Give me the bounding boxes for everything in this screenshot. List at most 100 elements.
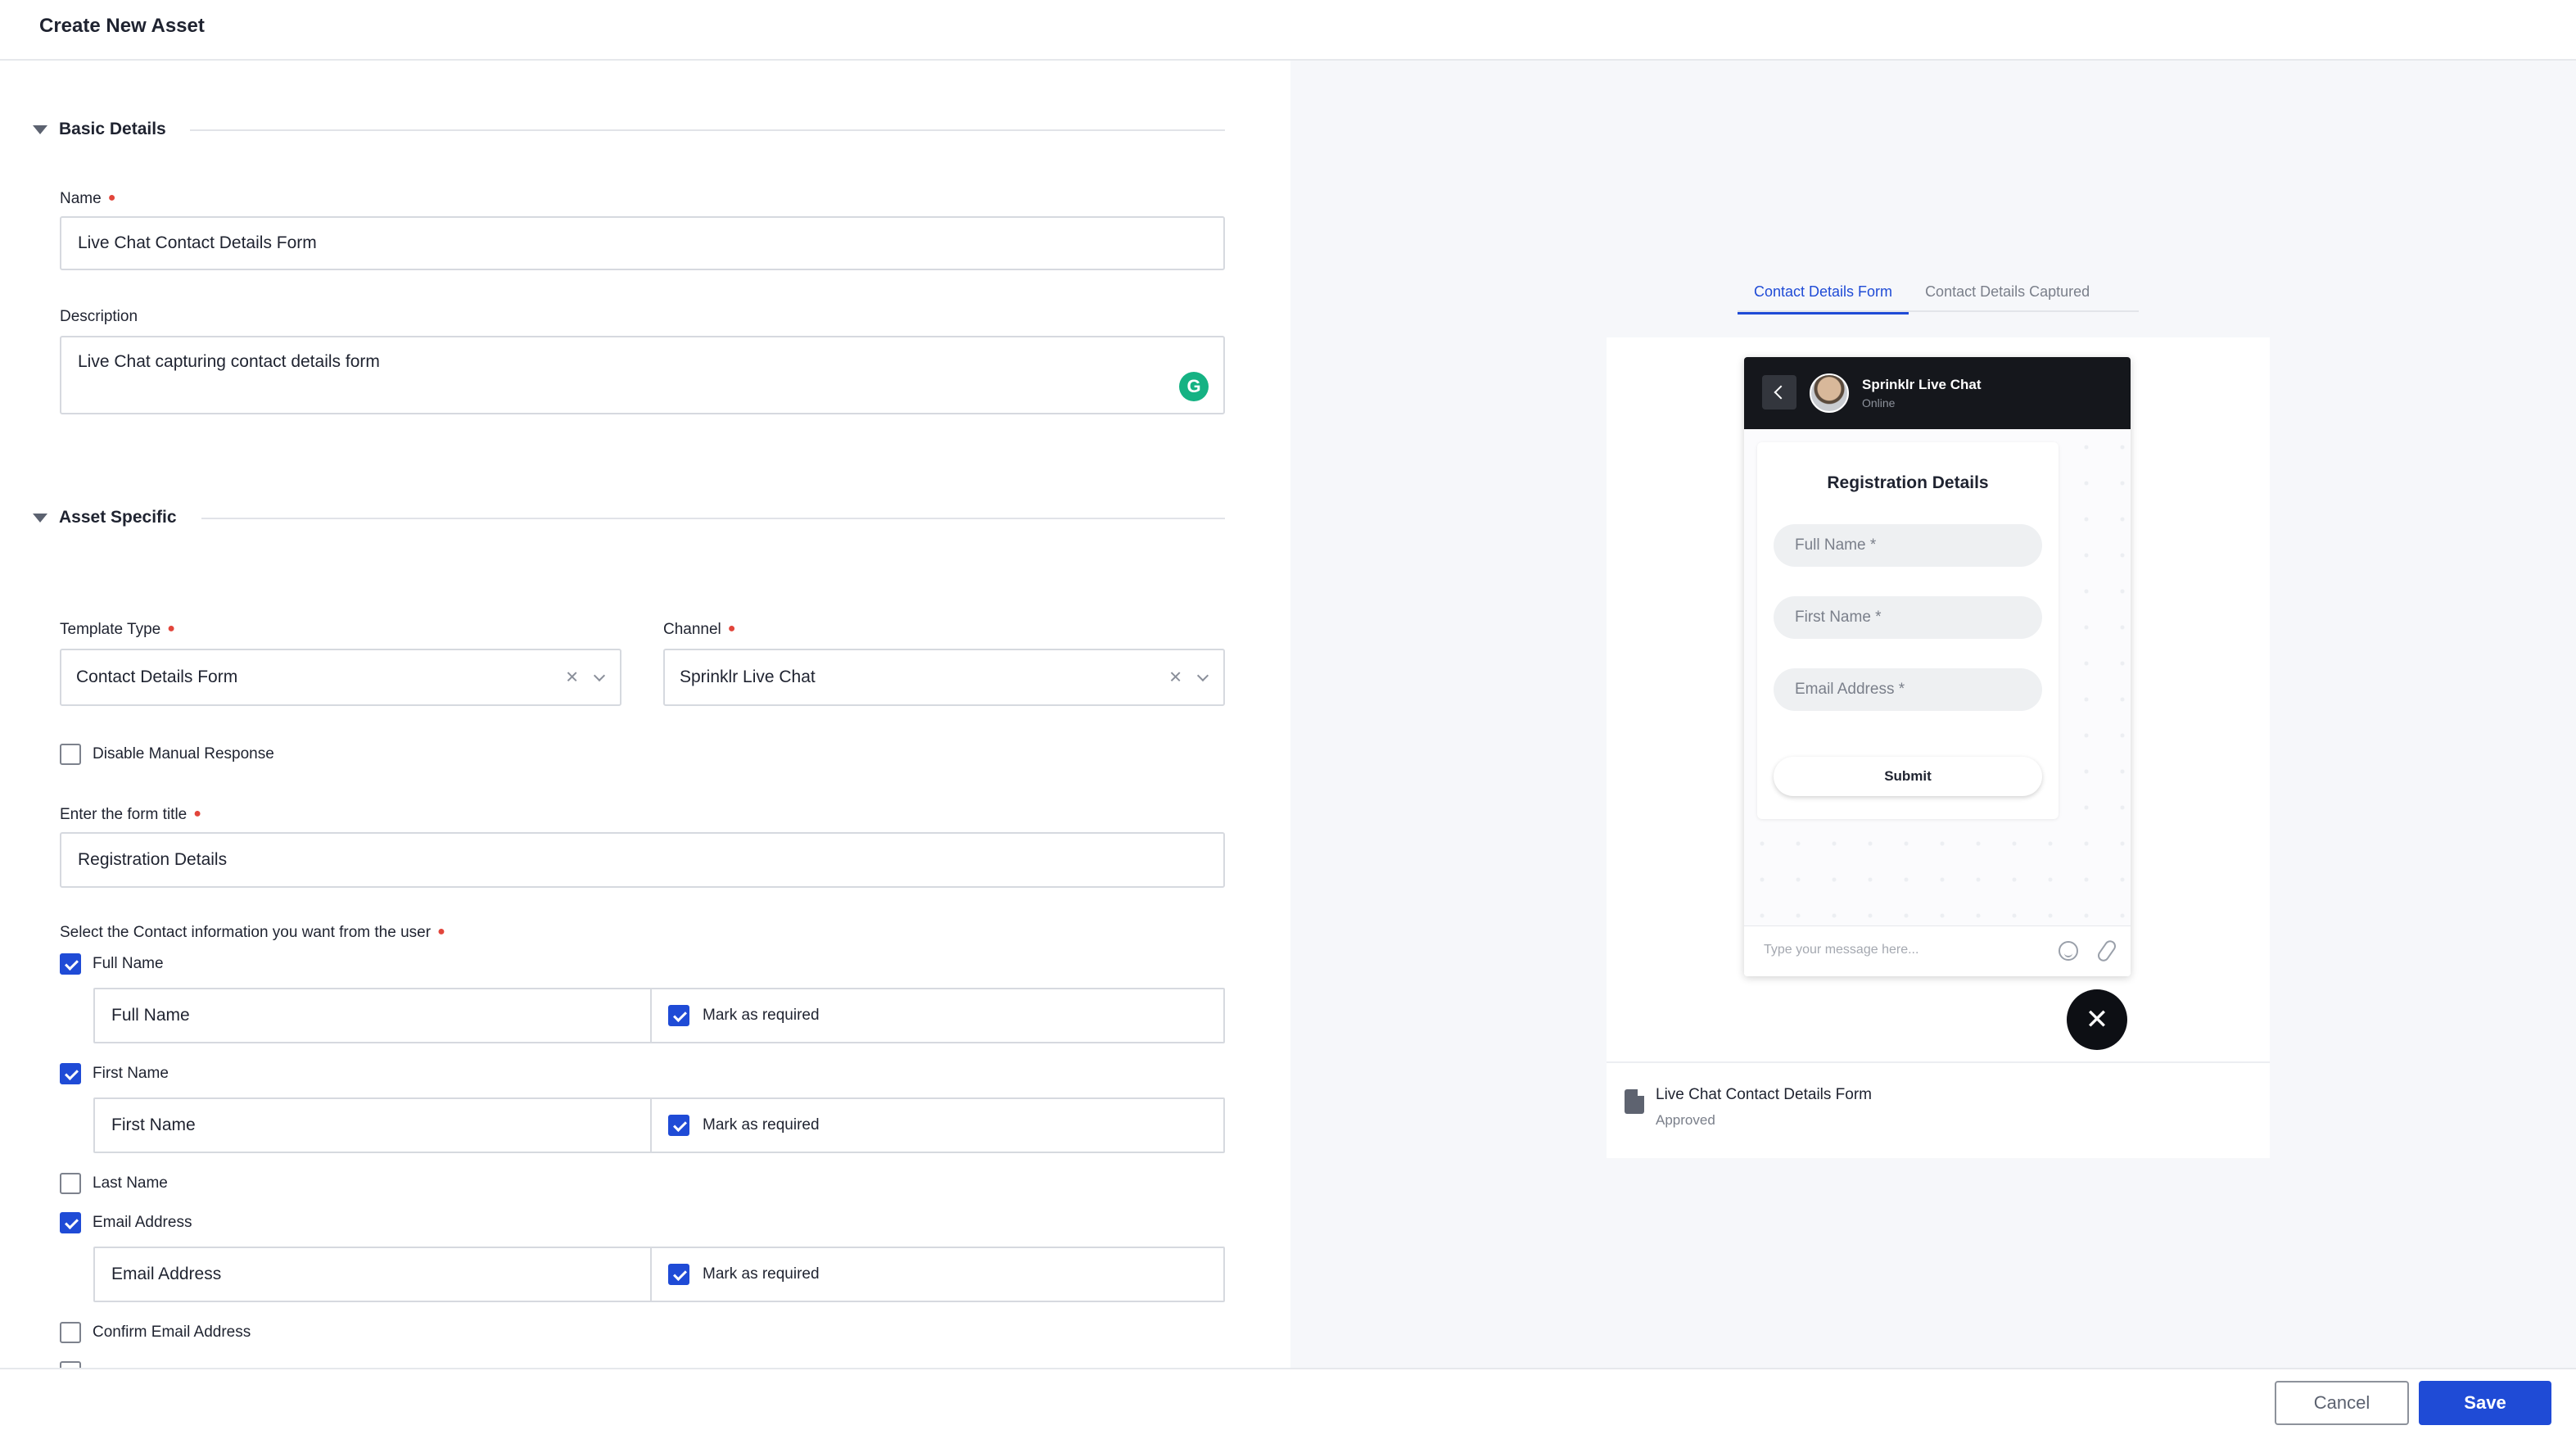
tabs-divider [1738, 310, 2139, 312]
clear-icon[interactable]: ✕ [1168, 667, 1182, 688]
form-title-label: Enter the form title ● [60, 806, 201, 823]
description-textarea[interactable]: Live Chat capturing contact details form… [60, 336, 1225, 414]
page-title: Create New Asset [39, 15, 205, 37]
template-type-label: Template Type ● [60, 621, 175, 638]
checkbox[interactable] [60, 1361, 81, 1368]
email-address-label-input[interactable]: Email Address [95, 1248, 652, 1301]
chevron-down-icon [33, 513, 47, 523]
full-name-required-toggle[interactable]: Mark as required [652, 989, 1223, 1042]
chevron-down-icon [33, 124, 47, 134]
checkbox[interactable] [60, 1212, 81, 1233]
template-type-select[interactable]: Contact Details Form ✕ [60, 649, 621, 706]
required-marker: ● [167, 622, 175, 636]
required-marker: ● [193, 807, 201, 821]
emoji-icon[interactable] [2059, 941, 2078, 961]
chat-body: Registration Details Full Name * First N… [1744, 429, 2131, 925]
attachment-icon[interactable] [2095, 938, 2118, 964]
preview-tabs: Contact Details Form Contact Details Cap… [1738, 277, 2106, 315]
checkbox[interactable] [668, 1005, 689, 1026]
tab-contact-details-captured[interactable]: Contact Details Captured [1909, 277, 2106, 315]
template-type-value: Contact Details Form [76, 667, 238, 686]
tab-contact-details-form[interactable]: Contact Details Form [1738, 277, 1909, 315]
email-address-checkbox[interactable]: Email Address [60, 1212, 192, 1233]
email-required-toggle[interactable]: Mark as required [652, 1248, 1223, 1301]
file-icon [1625, 1089, 1644, 1114]
save-button[interactable]: Save [2419, 1381, 2551, 1425]
chevron-down-icon[interactable] [1196, 669, 1209, 682]
section-title: Basic Details [59, 120, 166, 138]
contact-info-label: Select the Contact information you want … [60, 924, 445, 941]
message-input[interactable]: Type your message here... [1764, 943, 1918, 957]
cancel-button[interactable]: Cancel [2275, 1381, 2409, 1425]
checkbox-label: Disable Manual Response [93, 745, 274, 763]
checkbox[interactable] [60, 744, 81, 765]
section-divider [201, 518, 1225, 519]
chat-status: Online [1862, 396, 1896, 410]
first-name-label-input[interactable]: First Name [95, 1099, 652, 1152]
grammarly-icon[interactable]: G [1179, 372, 1209, 401]
asset-specific-section-toggle[interactable]: Asset Specific [33, 508, 177, 527]
mark-required-label: Mark as required [703, 1265, 820, 1283]
checkbox-label: Full Name [93, 955, 164, 972]
first-name-config-row: First Name Mark as required [93, 1097, 1225, 1153]
checkbox[interactable] [60, 953, 81, 975]
name-label: Name ● [60, 190, 116, 207]
email-address-config-row: Email Address Mark as required [93, 1247, 1225, 1302]
checkbox[interactable] [668, 1264, 689, 1285]
form-panel: Basic Details Name ● Live Chat Contact De… [0, 61, 1290, 1368]
section-divider [190, 129, 1225, 131]
disable-manual-response-checkbox[interactable]: Disable Manual Response [60, 744, 274, 765]
name-input[interactable]: Live Chat Contact Details Form [60, 216, 1225, 270]
full-name-label-input[interactable]: Full Name [95, 989, 652, 1042]
checkbox[interactable] [60, 1173, 81, 1194]
preview-card: Sprinklr Live Chat Online Registration D… [1607, 337, 2270, 1158]
checkbox-label: First Name [93, 1065, 169, 1082]
checkbox[interactable] [668, 1115, 689, 1136]
description-text: Live Chat capturing contact details form [78, 352, 380, 371]
first-name-checkbox[interactable]: First Name [60, 1063, 169, 1084]
full-name-config-row: Full Name Mark as required [93, 988, 1225, 1043]
required-marker: ● [727, 622, 736, 636]
first-name-field[interactable]: First Name * [1774, 596, 2042, 639]
clear-icon[interactable]: ✕ [565, 667, 579, 688]
checkbox-label: Last Name [93, 1174, 168, 1192]
registration-form-card: Registration Details Full Name * First N… [1757, 442, 2059, 819]
channel-label: Channel ● [663, 621, 736, 638]
mark-required-label: Mark as required [703, 1116, 820, 1134]
checkbox-label: Confirm Email Address [93, 1324, 251, 1341]
chat-name: Sprinklr Live Chat [1862, 377, 1982, 392]
chat-widget-preview: Sprinklr Live Chat Online Registration D… [1744, 357, 2131, 976]
close-chat-button[interactable]: ✕ [2067, 989, 2127, 1050]
submit-button[interactable]: Submit [1774, 757, 2042, 796]
asset-name: Live Chat Contact Details Form [1656, 1086, 1872, 1103]
description-label: Description [60, 308, 138, 325]
full-name-checkbox[interactable]: Full Name [60, 953, 164, 975]
checkbox[interactable] [60, 1322, 81, 1343]
mark-required-label: Mark as required [703, 1007, 820, 1024]
channel-value: Sprinklr Live Chat [680, 667, 816, 686]
chevron-down-icon[interactable] [593, 669, 606, 682]
back-icon[interactable] [1762, 375, 1796, 410]
first-name-required-toggle[interactable]: Mark as required [652, 1099, 1223, 1152]
confirm-email-checkbox[interactable]: Confirm Email Address [60, 1322, 251, 1343]
next-option-checkbox[interactable] [60, 1361, 93, 1368]
preview-panel: Contact Details Form Contact Details Cap… [1290, 61, 2576, 1368]
required-marker: ● [107, 191, 116, 205]
avatar [1810, 373, 1849, 413]
chat-header: Sprinklr Live Chat Online [1744, 357, 2131, 429]
required-marker: ● [437, 925, 445, 939]
email-field[interactable]: Email Address * [1774, 668, 2042, 711]
divider [1607, 1061, 2270, 1063]
page-header: Create New Asset [0, 0, 2576, 61]
basic-details-section-toggle[interactable]: Basic Details [33, 120, 166, 139]
section-title: Asset Specific [59, 508, 177, 527]
message-composer[interactable]: Type your message here... [1744, 925, 2131, 976]
checkbox[interactable] [60, 1063, 81, 1084]
footer-bar: Cancel Save [0, 1368, 2576, 1430]
status-badge: Approved [1656, 1112, 1715, 1128]
form-title-input[interactable]: Registration Details [60, 832, 1225, 888]
last-name-checkbox[interactable]: Last Name [60, 1173, 168, 1194]
full-name-field[interactable]: Full Name * [1774, 524, 2042, 567]
form-title: Registration Details [1827, 473, 1989, 492]
channel-select[interactable]: Sprinklr Live Chat ✕ [663, 649, 1225, 706]
